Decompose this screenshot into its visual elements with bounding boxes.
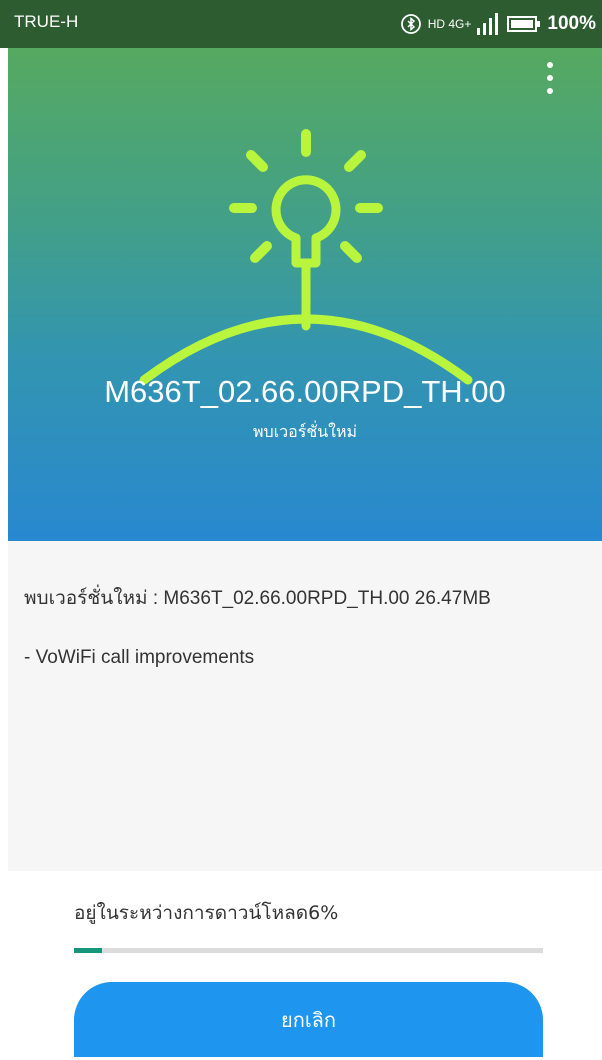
- signal-icon: [477, 13, 499, 35]
- status-bar: TRUE-H HD 4G+ 100%: [0, 0, 602, 48]
- lightbulb-icon: [139, 129, 473, 385]
- model-version-title: M636T_02.66.00RPD_TH.00: [104, 374, 506, 409]
- status-icons: HD 4G+ 100%: [400, 9, 596, 39]
- battery-percent: 100%: [547, 13, 596, 34]
- battery-icon: [507, 16, 541, 32]
- network-type-label: HD 4G+: [427, 17, 472, 31]
- more-options-button[interactable]: [542, 62, 558, 102]
- update-header: M636T_02.66.00RPD_TH.00 พบเวอร์ชั่นใหม่: [8, 48, 602, 541]
- download-progress-fill: [74, 948, 103, 953]
- changelog-item: - VoWiFi call improvements: [24, 647, 255, 668]
- cancel-button[interactable]: ยกเลิก: [74, 982, 543, 1057]
- carrier-label: TRUE-H: [14, 12, 79, 31]
- bluetooth-icon: [400, 14, 421, 34]
- download-progress-bar: [74, 948, 543, 953]
- download-status-text: อยู่ในระหว่างการดาวน์โหลด6%: [74, 902, 339, 924]
- new-version-subtitle: พบเวอร์ชั่นใหม่: [252, 422, 358, 441]
- version-info: พบเวอร์ชั่นใหม่ : M636T_02.66.00RPD_TH.0…: [24, 588, 491, 609]
- release-notes-panel: พบเวอร์ชั่นใหม่ : M636T_02.66.00RPD_TH.0…: [8, 541, 602, 871]
